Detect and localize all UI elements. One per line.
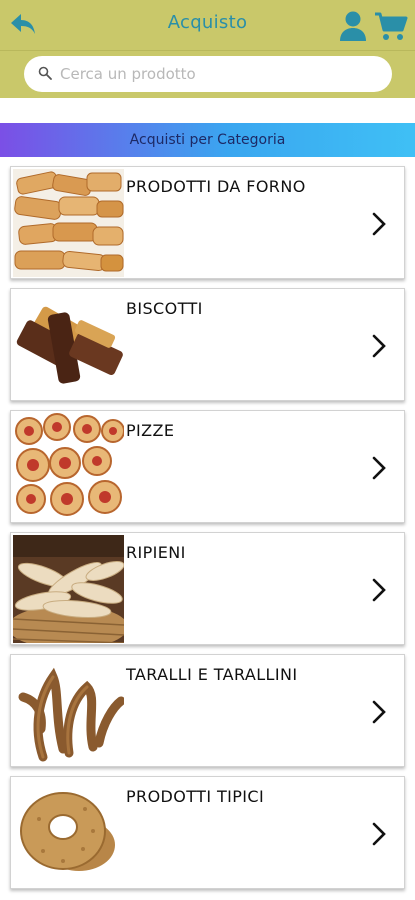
- chevron-right-icon: [372, 456, 386, 480]
- chevron-right-icon: [372, 700, 386, 724]
- account-button[interactable]: [338, 10, 368, 42]
- category-label: RIPIENI: [126, 543, 186, 562]
- category-card-biscotti[interactable]: BISCOTTI: [10, 288, 405, 401]
- category-label: BISCOTTI: [126, 299, 203, 318]
- category-card-ripieni[interactable]: RIPIENI: [10, 532, 405, 645]
- category-card-taralli[interactable]: TARALLI E TARALLINI: [10, 654, 405, 767]
- chevron-right-icon: [372, 822, 386, 846]
- search-input[interactable]: [60, 60, 380, 88]
- cart-icon: [375, 12, 408, 40]
- chevron-right-icon: [372, 334, 386, 358]
- top-app-bar: Acquisto: [0, 0, 415, 50]
- category-image: [13, 535, 124, 643]
- user-icon: [340, 11, 366, 41]
- category-label: PRODOTTI TIPICI: [126, 787, 265, 806]
- category-card-prodotti-da-forno[interactable]: PRODOTTI DA FORNO: [10, 166, 405, 279]
- category-label: TARALLI E TARALLINI: [126, 665, 298, 684]
- category-image: [13, 291, 124, 399]
- category-image: [13, 657, 124, 765]
- category-label: PIZZE: [126, 421, 175, 440]
- search-bar: [0, 50, 415, 98]
- category-image: [13, 413, 124, 521]
- search-box[interactable]: [24, 56, 392, 92]
- category-card-prodotti-tipici[interactable]: PRODOTTI TIPICI: [10, 776, 405, 889]
- category-image: [13, 779, 124, 887]
- chevron-right-icon: [372, 212, 386, 236]
- search-icon: [38, 66, 52, 80]
- category-image: [13, 169, 124, 277]
- category-label: PRODOTTI DA FORNO: [126, 177, 306, 196]
- cart-button[interactable]: [374, 10, 408, 42]
- section-header-categories: Acquisti per Categoria: [0, 123, 415, 157]
- chevron-right-icon: [372, 578, 386, 602]
- category-card-pizze[interactable]: PIZZE: [10, 410, 405, 523]
